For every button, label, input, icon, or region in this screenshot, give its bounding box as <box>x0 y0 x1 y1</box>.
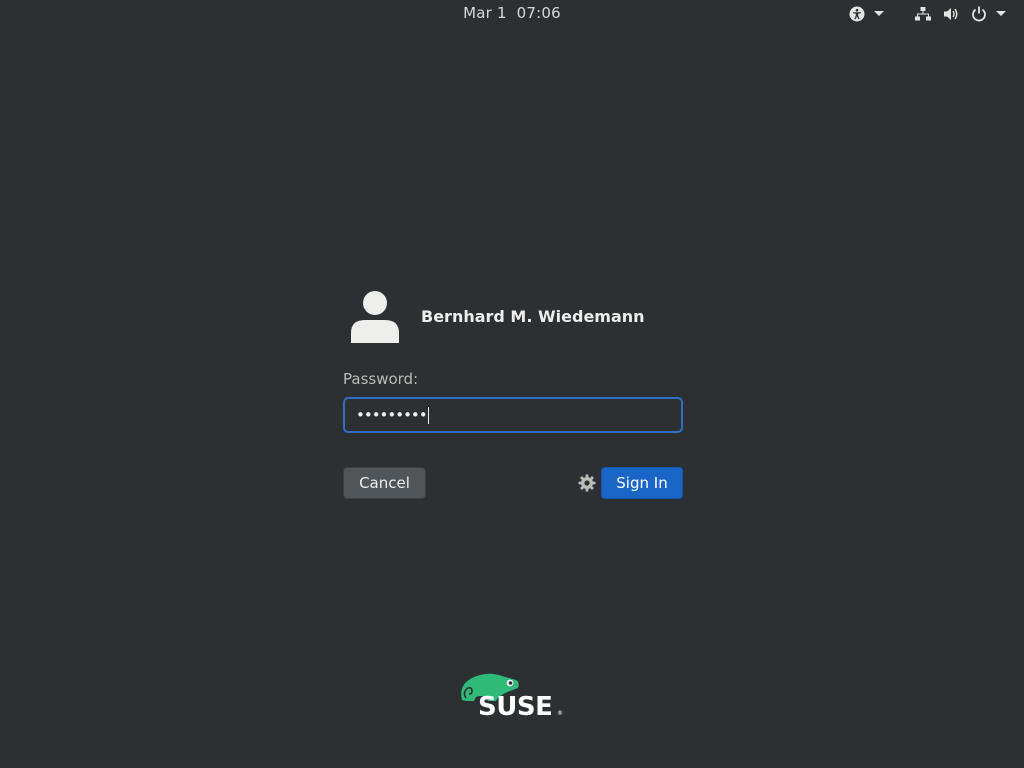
chevron-down-icon <box>990 3 1012 25</box>
logo-registered-mark: ® <box>557 710 563 717</box>
power-icon <box>968 3 990 25</box>
accessibility-menu[interactable] <box>846 0 890 28</box>
logo-text: SUSE <box>478 692 553 722</box>
user-entry: Bernhard M. Wiedemann <box>343 284 645 348</box>
user-icon <box>351 291 399 343</box>
password-value: ••••••••• <box>356 405 428 424</box>
sign-in-button[interactable]: Sign In <box>601 467 683 499</box>
chevron-down-icon <box>868 3 890 25</box>
suse-logo: SUSE ® <box>458 670 568 724</box>
clock-date: Mar 1 <box>463 4 507 22</box>
password-field[interactable]: ••••••••• <box>343 397 683 433</box>
text-caret <box>427 406 429 424</box>
password-label: Password: <box>343 370 419 388</box>
accessibility-icon <box>846 3 868 25</box>
system-menu[interactable] <box>912 0 1012 28</box>
avatar <box>343 284 407 348</box>
user-name: Bernhard M. Wiedemann <box>421 306 645 326</box>
top-bar: Mar 1 07:06 <box>0 0 1024 28</box>
volume-icon <box>940 3 962 25</box>
session-menu-button[interactable] <box>577 473 597 493</box>
network-wired-icon <box>912 3 934 25</box>
clock-time: 07:06 <box>516 4 561 22</box>
cancel-button[interactable]: Cancel <box>343 467 426 499</box>
gear-icon <box>578 474 596 492</box>
